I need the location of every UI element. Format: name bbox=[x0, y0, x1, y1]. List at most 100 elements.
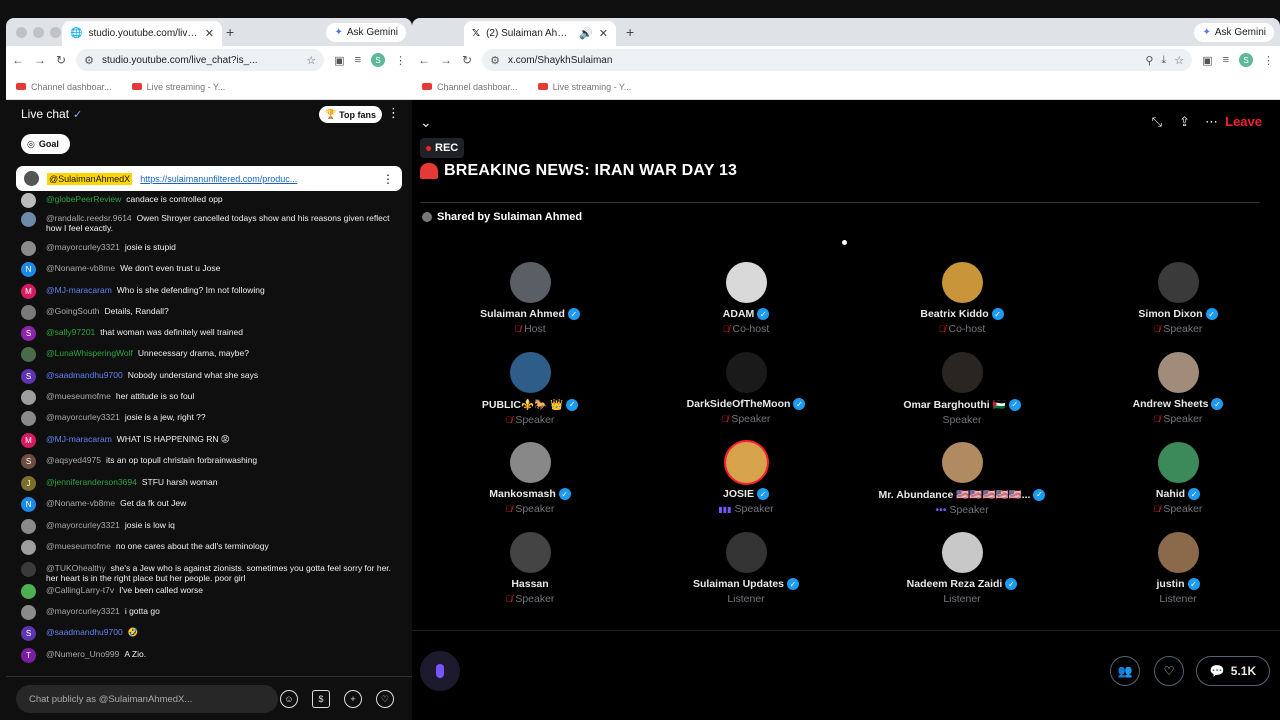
message-author[interactable]: @GoingSouth bbox=[46, 306, 100, 316]
top-fans-button[interactable]: 🏆 Top fans bbox=[318, 106, 382, 123]
back-icon[interactable]: ← bbox=[12, 53, 24, 67]
participant[interactable]: Mankosmash ✓ 🎙̸ Speaker bbox=[422, 442, 638, 515]
chat-message[interactable]: @globePeerReview candace is controlled op… bbox=[16, 193, 401, 208]
participant[interactable]: Nadeem Reza Zaidi ✓ Listener bbox=[854, 532, 1070, 605]
star-icon[interactable]: ☆ bbox=[306, 54, 316, 67]
bookmark-channel-dashboard[interactable]: Channel dashboar... bbox=[16, 82, 112, 92]
more-icon[interactable]: ⋯ bbox=[1205, 114, 1218, 130]
speaker-icon[interactable]: 🔊 bbox=[579, 27, 593, 40]
close-tab-icon[interactable]: ✕ bbox=[205, 27, 214, 40]
reload-icon[interactable]: ↻ bbox=[462, 53, 472, 67]
forward-icon[interactable]: → bbox=[440, 53, 452, 67]
chat-message[interactable]: @randallc.reedsr.9614 Owen Shroyer cancel… bbox=[16, 212, 401, 233]
chat-menu-icon[interactable]: ⋮ bbox=[387, 105, 400, 121]
super-chat-icon[interactable]: $ bbox=[312, 690, 330, 708]
ask-gemini-button[interactable]: ✦ Ask Gemini bbox=[326, 23, 406, 42]
participant[interactable]: Nahid ✓ 🎙̸ Speaker bbox=[1070, 442, 1280, 515]
message-author[interactable]: @LunaWhisperingWolf bbox=[46, 348, 133, 358]
chat-message[interactable]: @mayorcurley3321 josie is stupid bbox=[16, 241, 401, 256]
chat-message[interactable]: S @saadmandhu9700 🤣 bbox=[16, 626, 401, 641]
address-bar[interactable]: ⚙ x.com/ShaykhSulaiman ⚲ ⤓ ☆ bbox=[482, 49, 1193, 71]
participant[interactable]: Andrew Sheets ✓ 🎙̸ Speaker bbox=[1070, 352, 1280, 425]
participant[interactable]: Beatrix Kiddo ✓ 🎙̸ Co-host bbox=[854, 262, 1070, 335]
heart-icon[interactable]: ♡ bbox=[376, 690, 394, 708]
menu-icon[interactable]: ⋮ bbox=[1263, 54, 1274, 67]
browser-tab[interactable]: 𝕏 (2) Sulaiman Ahmed (@S 🔊 ✕ bbox=[464, 21, 616, 46]
message-author[interactable]: @mayorcurley3321 bbox=[46, 606, 120, 616]
participant[interactable]: ADAM ✓ 🎙̸ Co-host bbox=[638, 262, 854, 335]
bookmark-live-streaming[interactable]: Live streaming - Y... bbox=[537, 82, 631, 92]
install-icon[interactable]: ⤓ bbox=[1161, 54, 1166, 67]
site-settings-icon[interactable]: ⚙ bbox=[490, 54, 500, 67]
profile-avatar[interactable]: S bbox=[371, 53, 385, 67]
message-author[interactable]: @TUKOhealthy bbox=[46, 563, 106, 573]
message-author[interactable]: @randallc.reedsr.9614 bbox=[46, 213, 132, 223]
participant[interactable]: PUBLIC⚜️🐎 👑 ✓ 🎙̸ Speaker bbox=[422, 352, 638, 426]
chat-message[interactable]: @LunaWhisperingWolf Unnecessary drama, ma… bbox=[16, 347, 401, 362]
participant[interactable]: JOSIE ✓ ▮▮▮ Speaker bbox=[638, 442, 854, 515]
window-controls[interactable] bbox=[16, 27, 61, 38]
back-icon[interactable]: ← bbox=[418, 53, 430, 67]
chat-message[interactable]: @TUKOhealthy she's a Jew who is against z… bbox=[16, 562, 401, 583]
site-settings-icon[interactable]: ⚙ bbox=[84, 54, 94, 67]
chevron-down-icon[interactable]: ⌄ bbox=[420, 114, 432, 131]
chat-message[interactable]: S @sally97201 that woman was definitely we… bbox=[16, 326, 401, 341]
menu-icon[interactable]: ⋮ bbox=[395, 54, 406, 67]
chat-message[interactable]: @mueseumofme no one cares about the adl's… bbox=[16, 540, 401, 555]
bookmark-live-streaming[interactable]: Live streaming - Y... bbox=[131, 82, 225, 92]
message-author[interactable]: @jenniferanderson3694 bbox=[46, 477, 137, 487]
message-author[interactable]: @saadmandhu9700 bbox=[46, 370, 123, 380]
people-icon[interactable]: 👥 bbox=[1110, 656, 1140, 686]
message-author[interactable]: @mayorcurley3321 bbox=[46, 520, 120, 530]
message-author[interactable]: @globePeerReview bbox=[46, 194, 121, 204]
chat-message[interactable]: M @MJ-maracaram WHAT IS HAPPENING RN 😡 bbox=[16, 433, 401, 448]
more-icon[interactable]: ⋮ bbox=[382, 172, 394, 186]
reload-icon[interactable]: ↻ bbox=[56, 53, 66, 67]
goal-button[interactable]: ◎ Goal bbox=[21, 134, 70, 154]
ask-gemini-button[interactable]: ✦ Ask Gemini bbox=[1194, 23, 1274, 42]
message-author[interactable]: @Numero_Uno999 bbox=[46, 649, 119, 659]
message-author[interactable]: @aqsyed4975 bbox=[46, 455, 101, 465]
browser-tab[interactable]: 🌐 studio.youtube.com/live_chat ✕ bbox=[62, 21, 222, 46]
participant[interactable]: Hassan 🎙̸ Speaker bbox=[422, 532, 638, 605]
message-author[interactable]: @sally97201 bbox=[46, 327, 95, 337]
new-tab-icon[interactable]: + bbox=[226, 24, 234, 40]
chevron-down-icon[interactable]: ✓ bbox=[73, 108, 82, 121]
chat-message[interactable]: S @aqsyed4975 its an op topull christain f… bbox=[16, 454, 401, 469]
message-author[interactable]: @CallingLarry-t7v bbox=[46, 585, 114, 595]
message-author[interactable]: @mayorcurley3321 bbox=[46, 242, 120, 252]
new-tab-icon[interactable]: + bbox=[626, 24, 634, 40]
pinned-link[interactable]: https://sulaimanunfiltered.com/produc... bbox=[140, 174, 374, 184]
participant[interactable]: Omar Barghouthi 🇵🇸 ✓ Speaker bbox=[854, 352, 1070, 426]
message-author[interactable]: @MJ-maracaram bbox=[46, 434, 112, 444]
message-author[interactable]: @mayorcurley3321 bbox=[46, 412, 120, 422]
message-author[interactable]: @mueseumofme bbox=[46, 391, 111, 401]
replies-button[interactable]: 💬 5.1K bbox=[1196, 656, 1270, 686]
minimize-icon[interactable]: ⤡ bbox=[1152, 114, 1162, 130]
chat-message[interactable]: @mayorcurley3321 josie is low iq bbox=[16, 519, 401, 534]
chat-input[interactable]: Chat publicly as @SulaimanAhmedX... bbox=[16, 685, 278, 713]
chat-message[interactable]: @mueseumofme her attitude is so foul bbox=[16, 390, 401, 405]
chat-message[interactable]: N @Noname-vb8me We don't even trust u Jose bbox=[16, 262, 401, 277]
zoom-icon[interactable]: ⚲ bbox=[1145, 54, 1153, 67]
extensions-icon[interactable]: ▣ bbox=[334, 54, 344, 67]
chat-message[interactable]: @mayorcurley3321 i gotta go bbox=[16, 605, 401, 620]
chat-message[interactable]: J @jenniferanderson3694 STFU harsh woman bbox=[16, 476, 401, 491]
star-icon[interactable]: ☆ bbox=[1174, 54, 1184, 67]
chat-message[interactable]: @CallingLarry-t7v I've been called worse bbox=[16, 584, 401, 599]
message-author[interactable]: @saadmandhu9700 bbox=[46, 627, 123, 637]
emoji-icon[interactable]: ☺ bbox=[280, 690, 298, 708]
chat-message[interactable]: @GoingSouth Details, Randall? bbox=[16, 305, 401, 320]
address-bar[interactable]: ⚙ studio.youtube.com/live_chat?is_... ☆ bbox=[76, 49, 325, 71]
media-icon[interactable]: ≡ bbox=[1223, 54, 1229, 66]
profile-avatar[interactable]: S bbox=[1239, 53, 1253, 67]
message-author[interactable]: @Noname-vb8me bbox=[46, 498, 115, 508]
participant[interactable]: Mr. Abundance 🇺🇸🇺🇸🇺🇸🇺🇸🇺🇸... ✓ ••• Speaker bbox=[854, 442, 1070, 516]
forward-icon[interactable]: → bbox=[34, 53, 46, 67]
participant[interactable]: DarkSideOfTheMoon ✓ 🎙̸ Speaker bbox=[638, 352, 854, 425]
chat-message[interactable]: S @saadmandhu9700 Nobody understand what s… bbox=[16, 369, 401, 384]
participant[interactable]: Sulaiman Updates ✓ Listener bbox=[638, 532, 854, 605]
heart-plus-icon[interactable]: ♡ bbox=[1154, 656, 1184, 686]
chat-message[interactable]: M @MJ-maracaram Who is she defending? Im n… bbox=[16, 284, 401, 299]
extensions-icon[interactable]: ▣ bbox=[1202, 54, 1212, 67]
